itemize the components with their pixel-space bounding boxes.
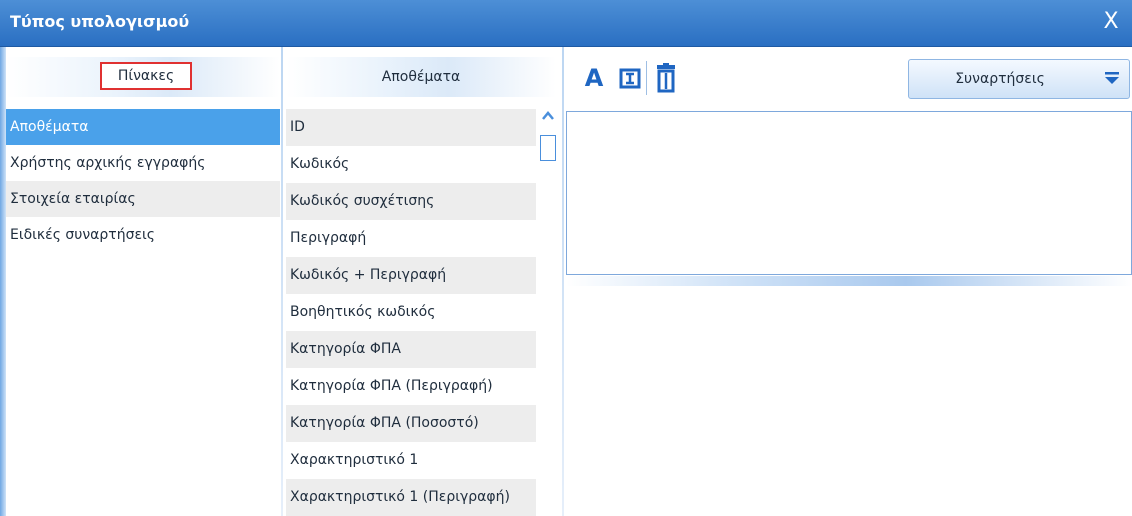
fields-list-item[interactable]: Χαρακτηριστικό 1 (Περιγραφή) bbox=[286, 479, 536, 516]
scroll-up-arrow-icon[interactable] bbox=[540, 109, 556, 125]
text-box-icon[interactable] bbox=[616, 63, 644, 93]
fields-list: ID Κωδικός Κωδικός συσχέτισης Περιγραφή … bbox=[286, 109, 536, 516]
fields-panel: Αποθέματα ID Κωδικός Κωδικός συσχέτισης … bbox=[286, 47, 556, 516]
fields-header: Αποθέματα bbox=[286, 57, 556, 97]
fields-list-item[interactable]: Περιγραφή bbox=[286, 220, 536, 257]
tables-panel: Πίνακες Αποθέματα Χρήστης αρχικής εγγραφ… bbox=[6, 47, 280, 516]
toolbar-divider bbox=[646, 61, 647, 95]
fields-list-item[interactable]: Κατηγορία ΦΠΑ bbox=[286, 331, 536, 368]
fields-list-item[interactable]: ID bbox=[286, 109, 536, 146]
tables-list-item[interactable]: Αποθέματα bbox=[6, 109, 280, 145]
tables-list-item[interactable]: Ειδικές συναρτήσεις bbox=[6, 217, 280, 253]
fields-list-item[interactable]: Κωδικός + Περιγραφή bbox=[286, 257, 536, 294]
trash-icon[interactable] bbox=[652, 63, 680, 93]
font-icon[interactable]: A bbox=[580, 63, 608, 93]
fields-list-item[interactable]: Χαρακτηριστικό 1 bbox=[286, 442, 536, 479]
fields-list-item[interactable]: Κατηγορία ΦΠΑ (Περιγραφή) bbox=[286, 368, 536, 405]
fields-list-item[interactable]: Κατηγορία ΦΠΑ (Ποσοστό) bbox=[286, 405, 536, 442]
column-divider bbox=[562, 47, 564, 516]
fields-list-item[interactable]: Βοηθητικός κωδικός bbox=[286, 294, 536, 331]
chevron-down-icon bbox=[1105, 72, 1119, 84]
close-button[interactable]: X bbox=[1098, 8, 1124, 36]
window-title: Τύπος υπολογισμού bbox=[10, 12, 190, 31]
fields-list-item[interactable]: Κωδικός συσχέτισης bbox=[286, 183, 536, 220]
title-bar: Τύπος υπολογισμού X bbox=[0, 0, 1132, 47]
editor-toolbar: A Συναρτήσεις bbox=[566, 57, 1132, 101]
fields-list-item[interactable]: Κωδικός bbox=[286, 146, 536, 183]
tables-header: Πίνακες bbox=[6, 57, 280, 97]
fields-scrollbar[interactable] bbox=[538, 109, 556, 516]
tables-list: Αποθέματα Χρήστης αρχικής εγγραφής Στοιχ… bbox=[6, 109, 280, 253]
column-divider bbox=[281, 47, 283, 516]
tables-list-item[interactable]: Στοιχεία εταιρίας bbox=[6, 181, 280, 217]
scroll-thumb[interactable] bbox=[540, 135, 556, 161]
editor-bottom-shadow bbox=[566, 276, 1132, 286]
functions-dropdown-button[interactable]: Συναρτήσεις bbox=[908, 59, 1130, 99]
tables-list-item[interactable]: Χρήστης αρχικής εγγραφής bbox=[6, 145, 280, 181]
tables-header-label[interactable]: Πίνακες bbox=[100, 62, 192, 90]
formula-editor-panel: A Συναρτήσεις bbox=[566, 47, 1132, 516]
functions-label: Συναρτήσεις bbox=[955, 71, 1045, 87]
formula-text-area[interactable] bbox=[566, 111, 1132, 275]
